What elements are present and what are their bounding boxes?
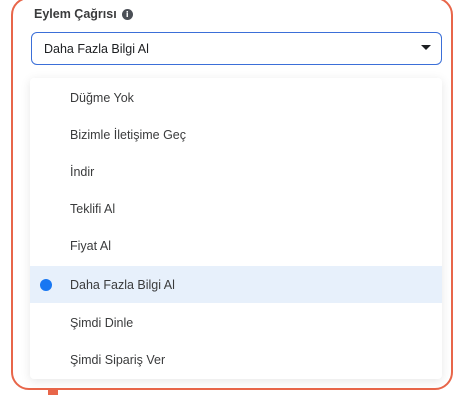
option-fiyat-al[interactable]: Fiyat Al <box>30 227 442 264</box>
option-label: Fiyat Al <box>70 238 111 253</box>
highlight-marker <box>48 389 58 395</box>
option-indir[interactable]: İndir <box>30 153 442 190</box>
option-label: Düğme Yok <box>70 90 134 105</box>
option-daha-fazla-bilgi-al[interactable]: Daha Fazla Bilgi Al <box>30 266 442 303</box>
option-label: Bizimle İletişime Geç <box>70 127 186 142</box>
radio-icon[interactable] <box>40 202 52 215</box>
dropdown-selected-value: Daha Fazla Bilgi Al <box>44 42 149 56</box>
option-label: Daha Fazla Bilgi Al <box>70 277 175 292</box>
option-simdi-dinle[interactable]: Şimdi Dinle <box>30 304 442 341</box>
radio-icon[interactable] <box>40 165 52 178</box>
option-dugme-yok[interactable]: Düğme Yok <box>30 79 442 116</box>
option-label: İndir <box>70 164 95 179</box>
option-label: Teklifi Al <box>70 201 116 216</box>
call-to-action-dropdown[interactable]: Daha Fazla Bilgi Al <box>31 32 442 65</box>
radio-icon[interactable] <box>40 316 52 329</box>
dropdown-menu: Düğme Yok Bizimle İletişime Geç İndir Te… <box>30 78 442 379</box>
radio-icon[interactable] <box>40 353 52 366</box>
radio-icon[interactable] <box>40 239 52 252</box>
field-label-row: Eylem Çağrısı i <box>34 7 133 21</box>
chevron-down-icon[interactable] <box>421 45 431 50</box>
radio-icon[interactable] <box>40 91 52 104</box>
option-simdi-siparis-ver[interactable]: Şimdi Sipariş Ver <box>30 341 442 378</box>
field-label: Eylem Çağrısı <box>34 7 117 21</box>
info-icon[interactable]: i <box>121 8 133 20</box>
option-label: Şimdi Dinle <box>70 315 134 330</box>
radio-icon[interactable] <box>40 278 52 291</box>
option-teklifi-al[interactable]: Teklifi Al <box>30 190 442 227</box>
option-bizimle-iletisime-gec[interactable]: Bizimle İletişime Geç <box>30 116 442 153</box>
option-label: Şimdi Sipariş Ver <box>70 352 166 367</box>
radio-icon[interactable] <box>40 128 52 141</box>
